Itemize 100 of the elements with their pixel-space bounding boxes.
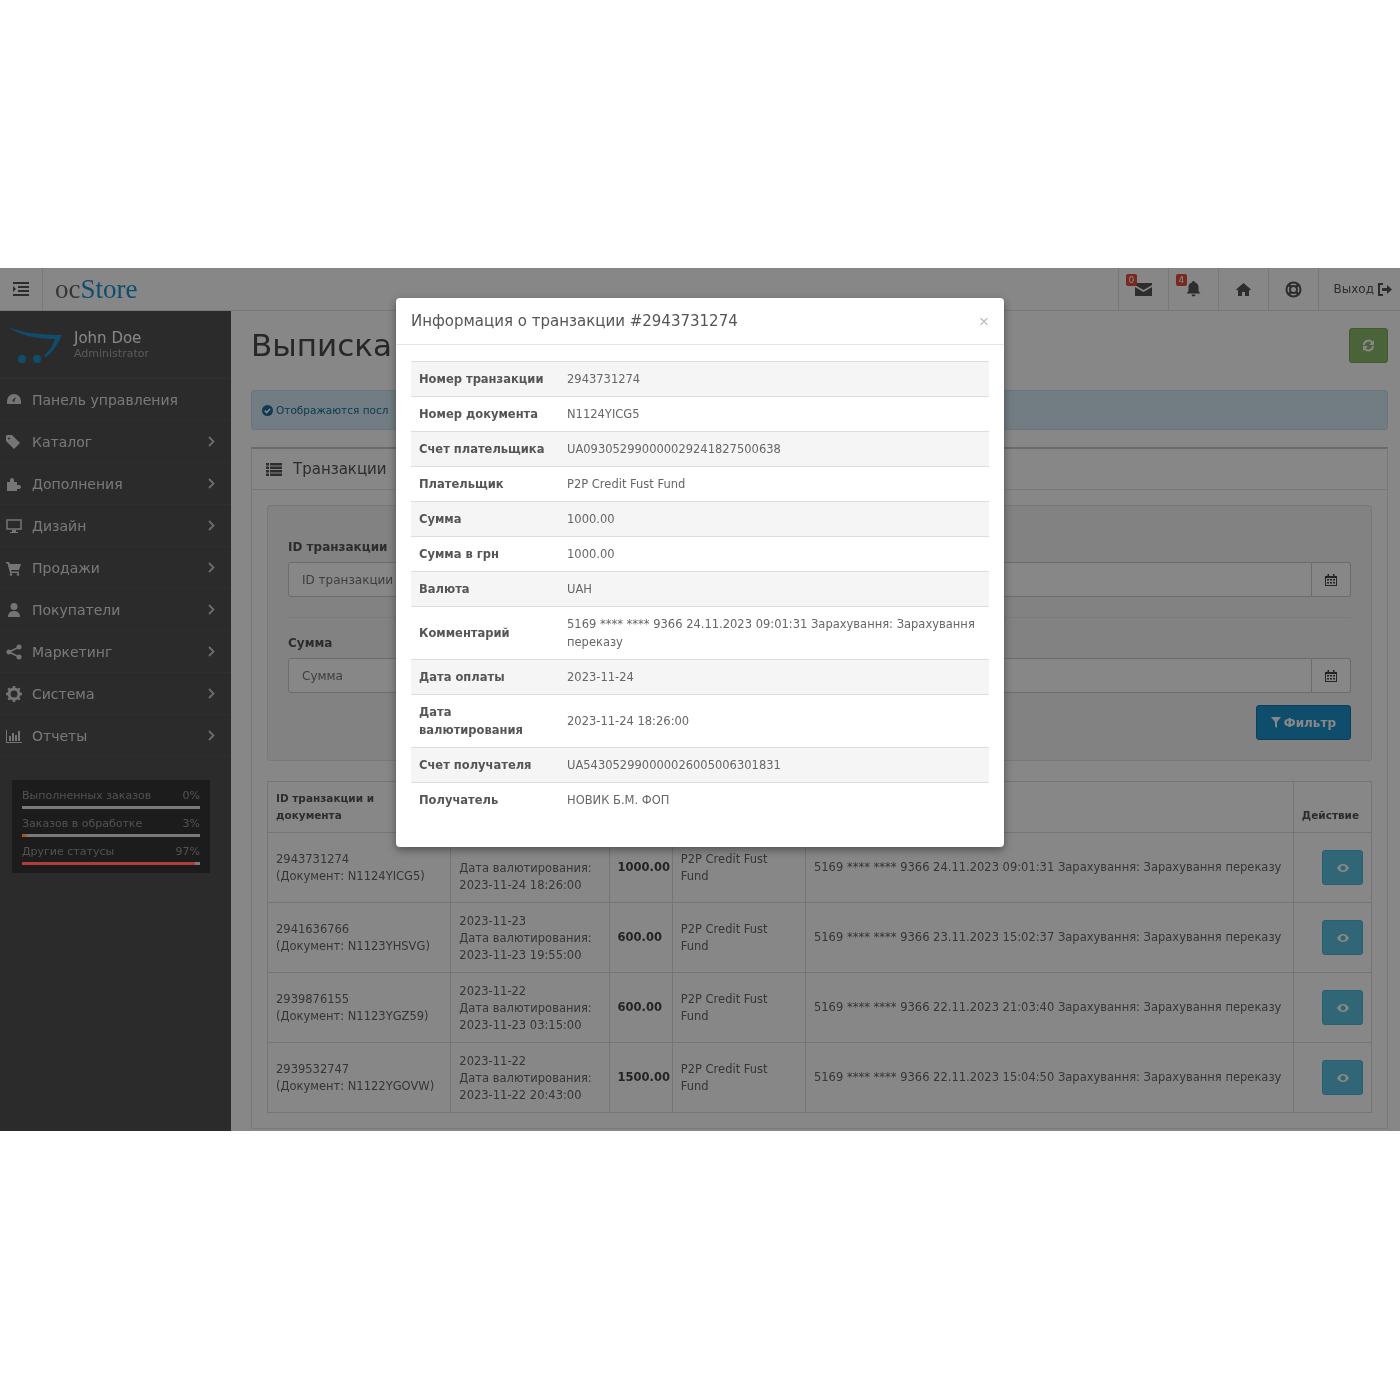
calendar-icon	[1325, 573, 1337, 586]
menu-label: Панель управления	[32, 391, 178, 408]
table-cell: P2P Credit Fust Fund	[672, 972, 806, 1043]
logout-label: Выход	[1333, 282, 1374, 296]
table-cell: 2941636766 (Документ: N1123YHSVG)	[267, 902, 451, 973]
cart-logo-icon	[6, 324, 64, 365]
table-cell: 1500.00	[609, 1042, 673, 1113]
page-title: Выписка	[251, 327, 392, 363]
table-cell: 2939876155 (Документ: N1123YGZ59)	[267, 972, 451, 1043]
sidebar-menu-item[interactable]: Дизайн	[0, 505, 231, 547]
envelope-icon	[1134, 282, 1152, 296]
menu-label: Маркетинг	[32, 643, 113, 660]
notifications-button[interactable]: 4	[1167, 268, 1218, 310]
calendar-button[interactable]	[1312, 658, 1351, 693]
detail-value: UA093052990000029241827500638	[559, 431, 989, 467]
sidebar-menu-item[interactable]: Панель управления	[0, 379, 231, 421]
detail-label: Валюта	[411, 571, 559, 607]
table-cell: 2023-11-22 Дата валютирования: 2023-11-23 03:15:00	[450, 972, 610, 1043]
sidebar-menu-item[interactable]: Отчеты	[0, 715, 231, 757]
sidebar-menu-item[interactable]: Дополнения	[0, 463, 231, 505]
close-button[interactable]: ×	[979, 312, 989, 330]
menu-label: Система	[32, 685, 95, 702]
table-cell: 5169 **** **** 9366 22.11.2023 15:04:50 Зарахування: Зарахування переказу	[805, 1042, 1294, 1113]
eye-icon	[1336, 1003, 1349, 1012]
table-cell: 2023-11-23 Дата валютирования: 2023-11-23 19:55:00	[450, 902, 610, 973]
detail-label: Комментарий	[411, 606, 559, 660]
sidebar-menu-item[interactable]: Покупатели	[0, 589, 231, 631]
detail-value: N1124YICG5	[559, 396, 989, 432]
detail-label: Номер документа	[411, 396, 559, 432]
detail-value: НОВИК Б.М. ФОП	[559, 782, 989, 817]
sidebar-menu-item[interactable]: Продажи	[0, 547, 231, 589]
detail-value: 5169 **** **** 9366 24.11.2023 09:01:31 Зарахування: Зарахування переказу	[559, 606, 989, 660]
table-cell: 5169 **** **** 9366 22.11.2023 21:03:40 Зарахування: Зарахування переказу	[805, 972, 1294, 1043]
menu-label: Дополнения	[32, 475, 123, 492]
logout-button[interactable]: Выход	[1317, 268, 1400, 310]
table-cell: 2939532747 (Документ: N1122YGOVW)	[267, 1042, 451, 1113]
user-name: John Doe	[74, 329, 143, 347]
detail-label: Счет плательщика	[411, 431, 559, 467]
detail-value: 2023-11-24	[559, 659, 989, 695]
life-ring-icon	[1284, 280, 1302, 298]
eye-icon	[1336, 863, 1349, 872]
sidebar-menu-item[interactable]: Маркетинг	[0, 631, 231, 673]
bar-chart-icon	[6, 727, 22, 744]
home-icon	[1235, 282, 1251, 296]
menu-label: Дизайн	[32, 517, 87, 534]
bell-icon	[1185, 281, 1201, 297]
messages-button[interactable]: 0	[1117, 268, 1168, 310]
eye-icon	[1336, 1073, 1349, 1082]
detail-label: Дата оплаты	[411, 659, 559, 695]
detail-label: Получатель	[411, 782, 559, 817]
detail-value: 1000.00	[559, 536, 989, 572]
dialog-title: Информация о транзакции #2943731274	[411, 312, 738, 330]
detail-value: UA543052990000026005006301831	[559, 747, 989, 783]
table-cell: 600.00	[609, 902, 673, 973]
detail-label: Дата валютирования	[411, 694, 559, 748]
table-cell: 2023-11-22 Дата валютирования: 2023-11-22 20:43:00	[450, 1042, 610, 1113]
check-circle-icon	[262, 404, 273, 416]
detail-value: 2023-11-24 18:26:00	[559, 694, 989, 748]
logo[interactable]: ocStore	[43, 275, 138, 303]
detail-label: Счет получателя	[411, 747, 559, 783]
table-cell: 5169 **** **** 9366 23.11.2023 15:02:37 Зарахування: Зарахування переказу	[805, 902, 1294, 973]
table-cell: 600.00	[609, 972, 673, 1043]
funnel-icon	[1270, 717, 1281, 728]
sidebar-menu-item[interactable]: Каталог	[0, 421, 231, 463]
list-icon	[266, 462, 282, 476]
detail-value: P2P Credit Fust Fund	[559, 466, 989, 502]
table-cell: P2P Credit Fust Fund	[672, 902, 806, 973]
detail-value: 1000.00	[559, 501, 989, 537]
field-label: Сумма	[288, 636, 333, 652]
share-icon	[6, 643, 22, 660]
alert-text: Отображаются посл	[276, 404, 389, 416]
monitor-icon	[6, 517, 22, 534]
refresh-icon	[1362, 338, 1375, 352]
gear-icon	[6, 685, 22, 702]
column-header: Действие	[1293, 781, 1372, 833]
menu-label: Каталог	[32, 433, 93, 450]
field-label: ID транзакции	[288, 540, 388, 556]
tag-icon	[6, 433, 22, 450]
detail-label: Номер транзакции	[411, 361, 559, 397]
sidebar-menu-item[interactable]: Система	[0, 673, 231, 715]
detail-label: Плательщик	[411, 466, 559, 502]
menu-label: Отчеты	[32, 727, 88, 744]
calendar-icon	[1325, 669, 1337, 682]
menu-icon	[13, 282, 29, 296]
detail-label: Сумма	[411, 501, 559, 537]
panel-title: Транзакции	[293, 460, 387, 478]
calendar-button[interactable]	[1312, 562, 1351, 597]
detail-label: Сумма в грн	[411, 536, 559, 572]
puzzle-icon	[6, 475, 22, 492]
filter-button[interactable]: Фильтр	[1255, 705, 1351, 740]
eye-icon	[1336, 933, 1349, 942]
count-badge: 0	[1125, 274, 1138, 286]
refresh-button[interactable]	[1349, 327, 1388, 363]
detail-value: UAH	[559, 571, 989, 607]
user-icon	[6, 601, 22, 618]
cart-icon	[6, 559, 22, 576]
table-cell: P2P Credit Fust Fund	[672, 1042, 806, 1113]
sign-out-icon	[1377, 282, 1392, 296]
menu-label: Покупатели	[32, 601, 121, 618]
detail-value: 2943731274	[559, 361, 989, 397]
